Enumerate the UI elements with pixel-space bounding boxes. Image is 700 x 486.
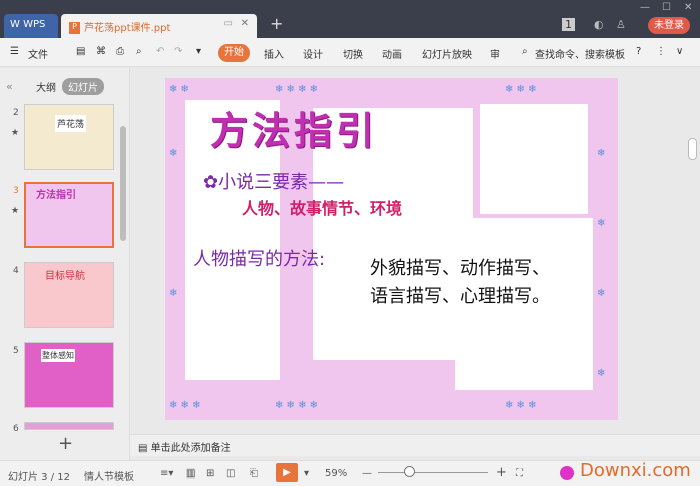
slide-number: 2 xyxy=(13,108,19,118)
document-tab-label: 芦花荡ppt课件.ppt xyxy=(84,23,171,34)
slide-title[interactable]: 方法指引 xyxy=(210,100,378,155)
minimize-icon[interactable]: — xyxy=(640,2,650,13)
search-icon[interactable]: ⌕ xyxy=(522,46,528,57)
canvas-scrollbar[interactable] xyxy=(688,138,697,160)
login-button[interactable]: 未登录 xyxy=(648,17,690,34)
slide-number: 3 xyxy=(13,186,19,196)
ppt-file-icon: P xyxy=(69,22,80,34)
ribbon-toolbar: ☰ 文件 ▤ ⌘ ⎙ ⌕ ↶ ↷ ▾ 插入 设计 切换 动画 幻灯片放映 审 ⌕… xyxy=(0,38,700,67)
format-painter-icon[interactable]: ⌘ xyxy=(96,46,106,57)
flower-bullet-icon: ✿ xyxy=(203,172,219,193)
wps-label: WPS xyxy=(23,19,46,30)
thumb-title: 方法指引 xyxy=(36,190,76,201)
thumb-title: 目标导航 xyxy=(45,271,85,282)
slide-sorter-icon[interactable]: ⊞ xyxy=(206,468,214,479)
zoom-out-icon[interactable]: — xyxy=(362,468,372,479)
tab-outline[interactable]: 大纲 xyxy=(30,78,62,95)
slide-number: 5 xyxy=(13,346,19,356)
window-count-badge[interactable]: 1 xyxy=(562,18,575,31)
normal-view-icon[interactable]: ▥ xyxy=(186,468,196,479)
tab-insert[interactable]: 插入 xyxy=(264,46,284,61)
animation-star-icon: ★ xyxy=(11,206,20,216)
play-dropdown-icon[interactable]: ▾ xyxy=(304,468,309,479)
presenter-icon[interactable]: ⎗ xyxy=(250,468,258,479)
thumb-title: 整体感知 xyxy=(41,349,75,362)
print-preview-icon[interactable]: ⌕ xyxy=(136,46,142,57)
help-button[interactable]: ? xyxy=(636,46,641,57)
method-description[interactable]: 外貌描写、动作描写、语言描写、心理描写。 xyxy=(370,255,560,311)
collapse-panel-icon[interactable]: « xyxy=(6,80,13,93)
redo-icon[interactable]: ↷ xyxy=(174,46,182,57)
reading-view-icon[interactable]: ◫ xyxy=(226,468,235,479)
close-window-icon[interactable]: ✕ xyxy=(684,2,692,13)
new-tab-button[interactable]: + xyxy=(270,14,283,33)
play-slideshow-button[interactable]: ▶ xyxy=(276,463,298,482)
watermark: Downxi.com xyxy=(580,460,691,481)
slide-thumbnail-2[interactable]: 芦花荡 xyxy=(24,104,114,170)
notes-icon: ▤ xyxy=(138,443,151,454)
title-bar: W WPS P 芦花荡ppt课件.ppt ▭ ✕ + 1 ◐ ♙ 未登录 — ☐ ✕ xyxy=(0,0,700,38)
slide-number: 4 xyxy=(13,266,19,276)
close-tab-icon[interactable]: ✕ xyxy=(241,18,249,29)
slide-number: 6 xyxy=(13,424,19,434)
thumb-title: 芦花荡 xyxy=(55,115,87,132)
panel-scrollbar[interactable] xyxy=(120,126,126,241)
document-tab[interactable]: P 芦花荡ppt课件.ppt ▭ ✕ xyxy=(61,14,257,38)
slide-thumbnail-6[interactable] xyxy=(24,422,114,430)
tab-animation[interactable]: 动画 xyxy=(382,46,402,61)
notes-toggle-icon[interactable]: ≡▾ xyxy=(160,468,173,479)
tab-slides[interactable]: 幻灯片 xyxy=(62,78,104,95)
tab-transition[interactable]: 切换 xyxy=(343,46,363,61)
zoom-slider[interactable] xyxy=(378,472,488,473)
tab-start[interactable]: 开始 xyxy=(218,44,250,62)
tab-design[interactable]: 设计 xyxy=(303,46,323,61)
slide-thumbnail-4[interactable]: 目标导航 xyxy=(24,262,114,328)
fit-window-icon[interactable]: ⛶ xyxy=(516,468,523,479)
shirt-icon[interactable]: ♙ xyxy=(616,18,626,31)
slide-panel: « 大纲 幻灯片 2 ★ 芦花荡 3 ★ 方法指引 4 目标导航 5 整体感知 6… xyxy=(0,68,130,460)
watermark-logo-icon xyxy=(560,466,574,480)
subtitle-text: 小说三要素—— xyxy=(218,172,345,193)
add-slide-button[interactable]: + xyxy=(58,433,73,454)
story-elements-text[interactable]: 人物、故事情节、环境 xyxy=(242,195,402,219)
more-icon[interactable]: ⋮ xyxy=(656,46,666,57)
zoom-in-icon[interactable]: + xyxy=(496,465,507,480)
save-icon[interactable]: ▤ xyxy=(76,46,85,57)
notes-area[interactable]: ▤ 单击此处添加备注 xyxy=(130,434,700,456)
zoom-level[interactable]: 59% xyxy=(325,468,347,479)
print-icon[interactable]: ⎙ xyxy=(116,46,124,57)
quick-access-dropdown-icon[interactable]: ▾ xyxy=(196,46,201,57)
skin-icon[interactable]: ◐ xyxy=(594,18,604,31)
tab-slideshow[interactable]: 幻灯片放映 xyxy=(422,46,472,61)
wps-logo-icon: W xyxy=(10,19,24,30)
file-menu[interactable]: 文件 xyxy=(28,46,48,61)
slide-thumbnail-5[interactable]: 整体感知 xyxy=(24,342,114,408)
tab-review[interactable]: 审 xyxy=(490,46,500,61)
slide-thumbnail-3[interactable]: 方法指引 xyxy=(24,182,114,248)
undo-icon[interactable]: ↶ xyxy=(156,46,164,57)
notes-placeholder: 单击此处添加备注 xyxy=(150,443,231,454)
method-label[interactable]: 人物描写的方法: xyxy=(193,245,325,271)
maximize-icon[interactable]: ☐ xyxy=(662,2,671,13)
template-name[interactable]: 情人节模板 xyxy=(84,468,134,483)
zoom-slider-knob[interactable] xyxy=(404,466,415,477)
collapse-ribbon-icon[interactable]: ∨ xyxy=(676,46,683,57)
slide-subtitle[interactable]: ✿小说三要素—— xyxy=(203,168,344,194)
wps-home-tab[interactable]: W WPS xyxy=(4,14,58,38)
animation-star-icon: ★ xyxy=(11,128,20,138)
menu-icon[interactable]: ☰ xyxy=(10,46,19,57)
slide-counter: 幻灯片 3 / 12 xyxy=(8,472,70,483)
search-commands[interactable]: 查找命令、搜索模板 xyxy=(535,46,625,61)
pin-icon[interactable]: ▭ xyxy=(224,18,233,29)
